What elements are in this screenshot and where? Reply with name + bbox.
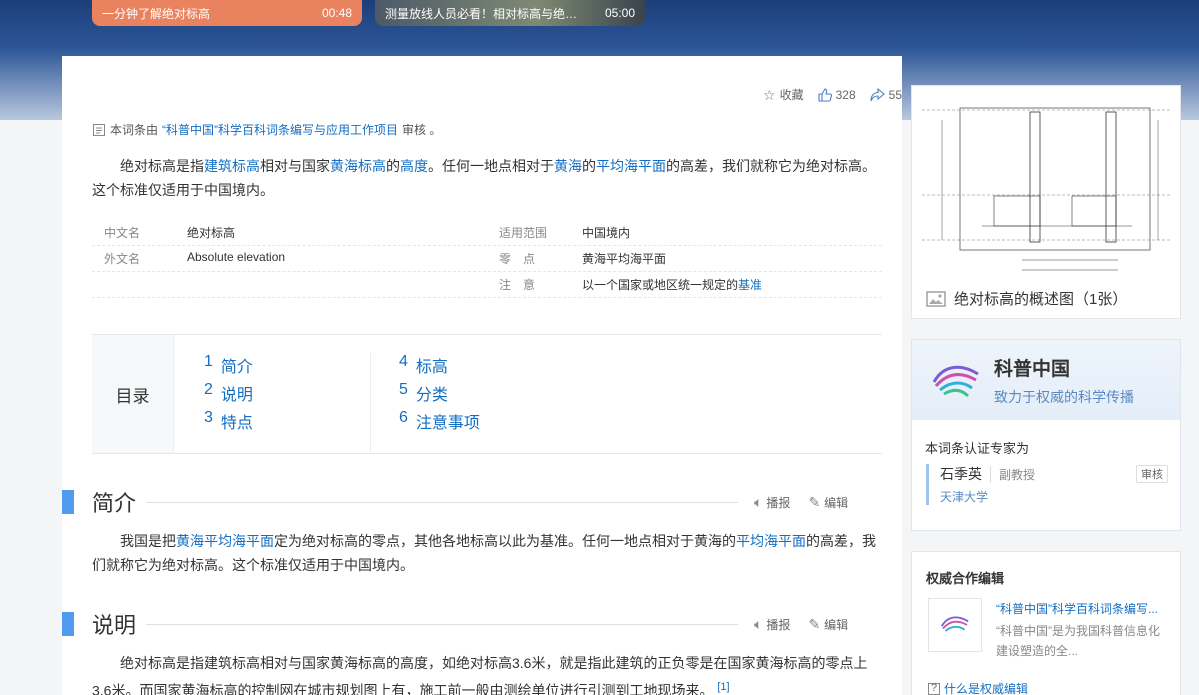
lead-link[interactable]: 高度 xyxy=(400,158,428,174)
speaker-icon: 🔈︎ xyxy=(754,616,763,632)
section-title: 简介 xyxy=(92,491,137,516)
kepu-logo xyxy=(941,616,969,632)
article-panel: ☆ 收藏 328 55 本词条由 “科普中国”科学百科词条编写与应用工作项目 审核 … xyxy=(62,56,902,695)
speaker-icon: 🔈︎ xyxy=(754,494,763,510)
info-row: 注 意 以一个国家或地区统一规定的基准 xyxy=(92,272,882,298)
coop-name-link[interactable]: “科普中国”科学百科词条编写... xyxy=(996,600,1171,617)
video-duration: 05:00 xyxy=(604,6,635,20)
toc-item[interactable]: 2 说明 xyxy=(204,381,370,409)
video-card[interactable]: 测量放线人员必看！相对标高与绝对... 05:00 xyxy=(375,0,645,26)
video-title: 一分钟了解绝对标高 xyxy=(102,6,211,21)
toc-item[interactable]: 6 注意事项 xyxy=(399,409,566,437)
what-is-authority-link[interactable]: ? 什么是权威编辑 xyxy=(928,680,1028,695)
reference-link[interactable]: [1] xyxy=(717,681,729,693)
report-button[interactable]: 🔈︎ 播报 xyxy=(754,616,790,633)
expert-name: 石季英 xyxy=(940,466,982,482)
pencil-icon: ✎ xyxy=(808,616,821,632)
edit-button[interactable]: ✎ 编辑 xyxy=(808,494,848,511)
lead-link[interactable]: 黄海 xyxy=(554,158,582,174)
para-link[interactable]: 平均海平面 xyxy=(736,533,806,549)
edit-button[interactable]: ✎ 编辑 xyxy=(808,616,848,633)
review-note: 本词条由 “科普中国”科学百科词条编写与应用工作项目 审核 。 xyxy=(92,121,441,138)
expert-heading: 本词条认证专家为 xyxy=(925,441,1030,456)
section-accent-bar xyxy=(62,612,74,636)
toc-item[interactable]: 5 分类 xyxy=(399,381,566,409)
coop-description: “科普中国”是为我国科普信息化建设塑造的全... xyxy=(996,624,1160,658)
image-album[interactable]: 绝对标高的概述图（1张） xyxy=(911,85,1181,319)
info-key: 注 意 xyxy=(499,278,536,292)
info-key: 外文名 xyxy=(104,252,141,266)
info-key: 适用范围 xyxy=(499,226,548,240)
star-icon: ☆ xyxy=(763,86,776,103)
kepu-name: 科普中国 xyxy=(994,358,1071,380)
info-key: 中文名 xyxy=(104,226,141,240)
share-button[interactable]: 55 xyxy=(870,87,902,102)
intro-paragraph: 我国是把黄海平均海平面定为绝对标高的零点，其他各地标高以此为基准。任何一地点相对… xyxy=(92,533,876,573)
info-value: Absolute elevation xyxy=(187,250,286,264)
coop-logo[interactable] xyxy=(928,598,982,652)
table-of-contents: 目录 1 简介 2 说明 3 特点 4 标高 5 分类 6 注意事项 xyxy=(92,334,882,454)
video-card[interactable]: 一分钟了解绝对标高 00:48 xyxy=(92,0,362,26)
toc-title: 目录 xyxy=(92,335,174,453)
review-project-link[interactable]: “科普中国”科学百科词条编写与应用工作项目 xyxy=(162,121,398,138)
expert-org: 天津大学 xyxy=(940,490,989,504)
explain-paragraph: 绝对标高是指建筑标高相对与国家黄海标高的高度，如绝对标高3.6米，就是指此建筑的… xyxy=(92,655,868,695)
kepu-slogan: 致力于权威的科学传播 xyxy=(994,388,1134,405)
authority-editor-card: 权威合作编辑 “科普中国”科学百科词条编写... “科普中国”是为我国科普信息化… xyxy=(911,551,1181,695)
info-row: 中文名 绝对标高 适用范围 中国境内 xyxy=(92,220,882,246)
lead-paragraph: 绝对标高是指建筑标高相对与国家黄海标高的高度。任何一地点相对于黄海的平均海平面的… xyxy=(92,158,876,198)
section-header-explain: 说明 🔈︎ 播报 ✎ 编辑 xyxy=(62,610,902,638)
coop-title: 权威合作编辑 xyxy=(926,571,1005,586)
lead-link[interactable]: 黄海标高 xyxy=(330,158,386,174)
info-value-link[interactable]: 黄海平均海平面 xyxy=(582,250,666,267)
document-icon xyxy=(93,123,105,136)
review-tag: 审核 xyxy=(1136,465,1168,483)
question-icon: ? xyxy=(928,682,940,695)
lead-link[interactable]: 平均海平面 xyxy=(596,158,666,174)
toc-item[interactable]: 4 标高 xyxy=(399,353,566,381)
article-actions: ☆ 收藏 328 55 xyxy=(763,86,902,103)
info-row: 外文名 Absolute elevation 零 点 黄海平均海平面 xyxy=(92,246,882,272)
section-header-intro: 简介 🔈︎ 播报 ✎ 编辑 xyxy=(62,488,902,516)
info-value: 以一个国家或地区统一规定的基准 xyxy=(582,278,763,292)
thumbs-up-icon xyxy=(818,87,832,102)
info-value: 中国境内 xyxy=(582,226,631,240)
info-value-link[interactable]: 基准 xyxy=(738,278,762,292)
image-icon xyxy=(926,290,946,307)
expert-card[interactable]: 石季英 副教授 审核 天津大学 xyxy=(926,464,1168,505)
elevation-diagram xyxy=(922,100,1170,282)
section-accent-bar xyxy=(62,490,74,514)
infobox: 中文名 绝对标高 适用范围 中国境内 外文名 Absolute elevation 零… xyxy=(92,220,882,298)
lead-link[interactable]: 建筑标高 xyxy=(204,158,260,174)
info-value: 绝对标高 xyxy=(187,226,236,240)
expert-title: 副教授 xyxy=(990,465,1035,483)
para-link[interactable]: 黄海平均海平面 xyxy=(176,533,274,549)
like-button[interactable]: 328 xyxy=(818,88,856,102)
share-icon xyxy=(870,87,885,101)
video-duration: 00:48 xyxy=(321,6,352,20)
pencil-icon: ✎ xyxy=(808,494,821,510)
video-title: 测量放线人员必看！相对标高与绝对... xyxy=(385,6,585,21)
toc-item[interactable]: 3 特点 xyxy=(204,409,370,437)
kepu-logo xyxy=(932,365,979,398)
kepu-china-card: 科普中国 致力于权威的科学传播 本词条认证专家为 石季英 副教授 审核 天津大学 xyxy=(911,339,1181,531)
toc-item[interactable]: 1 简介 xyxy=(204,353,370,381)
info-key: 零 点 xyxy=(499,252,536,266)
album-caption[interactable]: 绝对标高的概述图（1张） xyxy=(926,288,1127,309)
section-title: 说明 xyxy=(92,613,137,638)
collect-button[interactable]: ☆ 收藏 xyxy=(763,86,804,103)
report-button[interactable]: 🔈︎ 播报 xyxy=(754,494,790,511)
